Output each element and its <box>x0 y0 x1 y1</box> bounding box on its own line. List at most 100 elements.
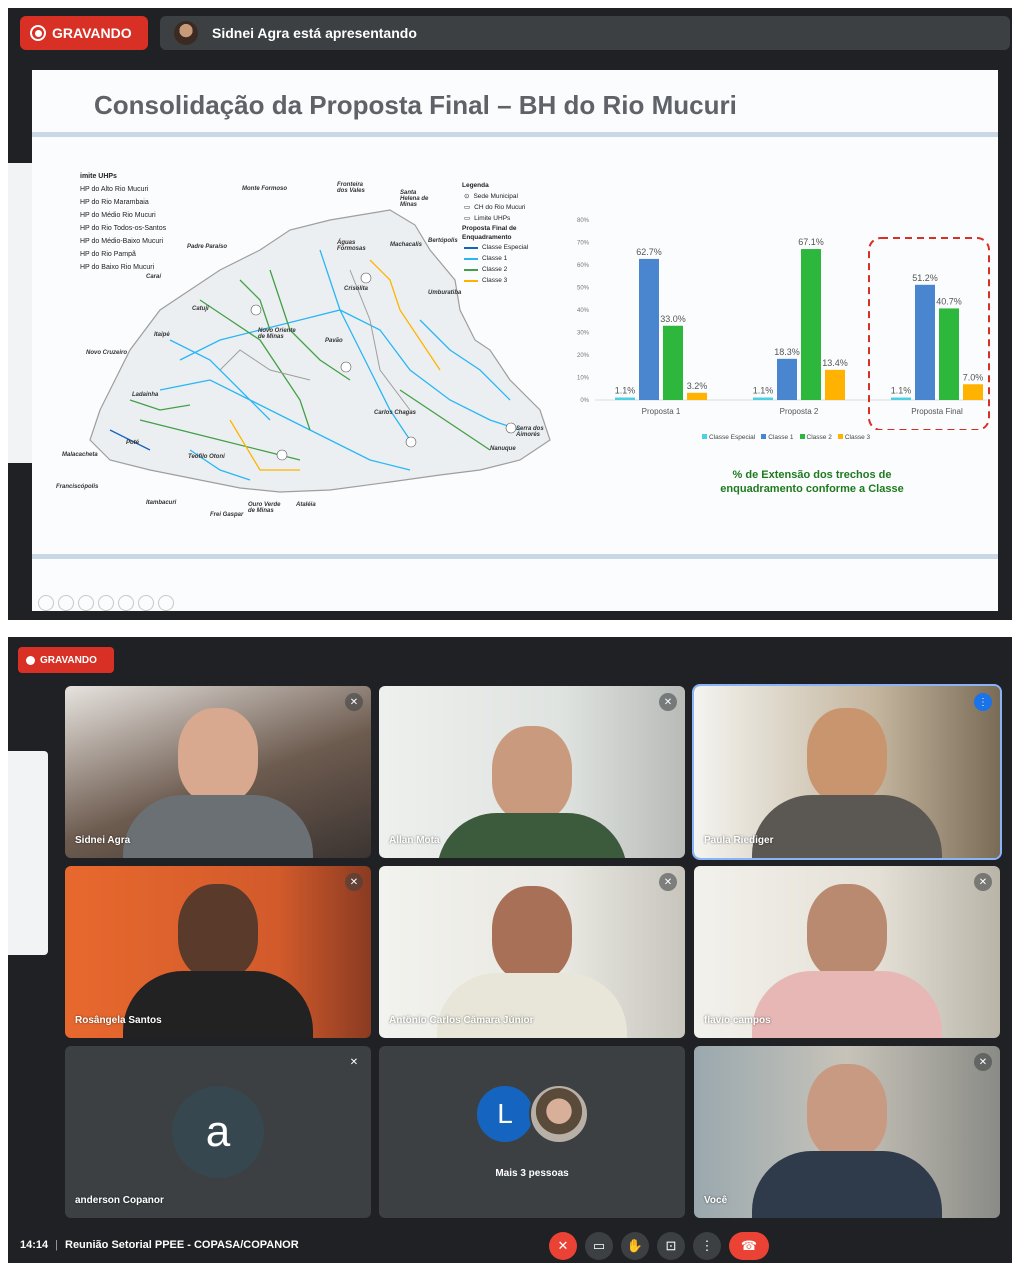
slides-grid-icon[interactable] <box>138 595 154 611</box>
bar-classe-1 <box>639 258 659 400</box>
present-screen-button[interactable]: ⊡ <box>657 1232 685 1260</box>
bar-classe-especial <box>753 397 773 400</box>
side-panel-handle[interactable] <box>8 163 32 463</box>
chart-caption: % de Extensão dos trechos de enquadramen… <box>712 468 912 496</box>
camera-toggle-button[interactable]: ▭ <box>585 1232 613 1260</box>
line-swatch <box>464 246 478 249</box>
recording-label: GRAVANDO <box>40 654 97 666</box>
participant-name: Paula Riediger <box>704 835 774 846</box>
data-label: 13.4% <box>822 358 848 368</box>
mic-toggle-button[interactable]: ✕ <box>549 1232 577 1260</box>
participant-tile[interactable]: ✕ Sidnei Agra <box>65 686 371 858</box>
meeting-info: 14:14 | Reunião Setorial PPEE - COPASA/C… <box>20 1239 299 1251</box>
data-label: 7.0% <box>963 372 984 382</box>
more-options-icon[interactable] <box>158 595 174 611</box>
slide-title: Consolidação da Proposta Final – BH do R… <box>94 90 737 120</box>
participant-tile[interactable]: ⋮ Paula Riediger <box>692 684 1002 860</box>
participant-tile[interactable]: ✕ Allan Mota <box>379 686 685 858</box>
presenter-text: Sidnei Agra está apresentando <box>212 25 417 41</box>
more-options-button[interactable]: ⋮ <box>693 1232 721 1260</box>
y-tick-label: 20% <box>577 353 590 359</box>
map-place-label: Santa Helena de Minas <box>400 190 429 208</box>
previous-slide-icon[interactable] <box>38 595 54 611</box>
chart-legend-item: Classe 1 <box>761 434 794 441</box>
map-place-label: Fronteira dos Vales <box>337 182 365 194</box>
bar-classe-3 <box>963 384 983 400</box>
map-legend-item: Classe 2 <box>482 266 508 273</box>
present-icon: ⊡ <box>665 1238 677 1253</box>
map-place-label: Novo Oriente de Minas <box>258 328 296 340</box>
recording-badge: GRAVANDO <box>20 16 148 50</box>
sede-icon: ⊙ <box>464 193 470 200</box>
data-label: 40.7% <box>936 296 962 306</box>
bar-classe-2 <box>663 325 683 400</box>
map-place-label: Monte Formoso <box>242 186 287 192</box>
map-place-label: Frei Gaspar <box>210 512 244 518</box>
map-legend-item: Limite UHPs <box>474 215 511 222</box>
raise-hand-button[interactable]: ✋ <box>621 1232 649 1260</box>
call-controls: ✕ ▭ ✋ ⊡ ⋮ ☎ <box>549 1232 769 1260</box>
data-label: 1.1% <box>891 386 912 396</box>
participant-tile[interactable]: ✕ Rosângela Santos <box>65 866 371 1038</box>
uhp-legend-item: HP do Médio Rio Mucuri <box>80 212 156 219</box>
map-place-label: Carlos Chagas <box>374 410 417 416</box>
line-swatch <box>464 257 478 260</box>
bar-classe-1 <box>915 284 935 400</box>
leave-call-button[interactable]: ☎ <box>729 1232 769 1260</box>
participant-avatar: L <box>475 1084 535 1144</box>
participant-name: Rosângela Santos <box>75 1015 162 1026</box>
hang-up-icon: ☎ <box>740 1238 758 1253</box>
map-legend: Legenda ⊙ Sede Municipal ▭ CH do Rio Mucur… <box>462 180 532 286</box>
participant-video <box>123 708 313 858</box>
map-place-label: Catuji <box>192 306 209 312</box>
participant-name: Sidnei Agra <box>75 835 131 846</box>
pen-icon[interactable] <box>78 595 94 611</box>
area-icon: ▭ <box>464 204 471 211</box>
meeting-title: Reunião Setorial PPEE - COPASA/COPANOR <box>65 1239 299 1251</box>
bar-classe-3 <box>687 392 707 400</box>
map-legend-heading: Legenda <box>462 182 489 189</box>
more-participants-label: Mais 3 pessoas <box>495 1168 569 1179</box>
side-panel-handle[interactable] <box>8 751 48 955</box>
map-place-label: Itaipé <box>154 332 170 338</box>
participant-avatar: a <box>172 1086 264 1178</box>
map-place-label: Ataléia <box>296 502 316 508</box>
bar-classe-2 <box>939 308 959 400</box>
participant-tile[interactable]: ✕ flavio campos <box>694 866 1000 1038</box>
line-swatch <box>464 279 478 282</box>
map-place-label: Umburatiba <box>428 290 462 296</box>
map-place-label: Caraí <box>146 274 162 280</box>
speaking-icon: ⋮ <box>974 693 992 711</box>
map-place-label: Novo Cruzeiro <box>86 350 128 356</box>
participant-tile[interactable]: ✕ Antônio Carlos Câmara Júnior <box>379 866 685 1038</box>
data-label: 67.1% <box>798 237 824 247</box>
bar-classe-1 <box>777 358 797 400</box>
more-participants-tile[interactable]: L Mais 3 pessoas <box>379 1046 685 1218</box>
camera-icon: ▭ <box>592 1238 606 1253</box>
zoom-icon[interactable] <box>118 595 134 611</box>
mic-off-icon: ✕ <box>974 1053 992 1071</box>
participant-video <box>752 884 942 1038</box>
record-icon <box>30 25 46 41</box>
hand-icon: ✋ <box>626 1238 644 1253</box>
participant-name: Allan Mota <box>389 835 440 846</box>
map-place-label: Padre Paraíso <box>187 244 228 250</box>
map-legend-item: Classe 1 <box>482 255 508 262</box>
map-place-label: Nanuque <box>490 446 516 452</box>
next-slide-icon[interactable] <box>58 595 74 611</box>
data-label: 33.0% <box>660 314 686 324</box>
legend-swatch <box>799 434 805 439</box>
participant-tile[interactable]: a ✕ anderson Copanor <box>65 1046 371 1218</box>
uhp-legend-item: HP do Rio Marambaia <box>80 199 149 206</box>
recording-label: GRAVANDO <box>52 25 132 41</box>
presentation-screen: GRAVANDO Sidnei Agra está apresentando C… <box>8 8 1012 620</box>
meeting-toolbar: 14:14 | Reunião Setorial PPEE - COPASA/C… <box>8 1227 1012 1263</box>
self-view-tile[interactable]: ✕ Você <box>694 1046 1000 1218</box>
map-legend-item: Classe 3 <box>482 277 508 284</box>
pointer-icon[interactable] <box>98 595 114 611</box>
y-tick-label: 10% <box>577 376 590 382</box>
legend-swatch <box>837 434 843 439</box>
uhp-legend-item: HP do Alto Rio Mucuri <box>80 186 149 193</box>
y-tick-label: 70% <box>577 241 590 247</box>
participant-avatar <box>529 1084 589 1144</box>
